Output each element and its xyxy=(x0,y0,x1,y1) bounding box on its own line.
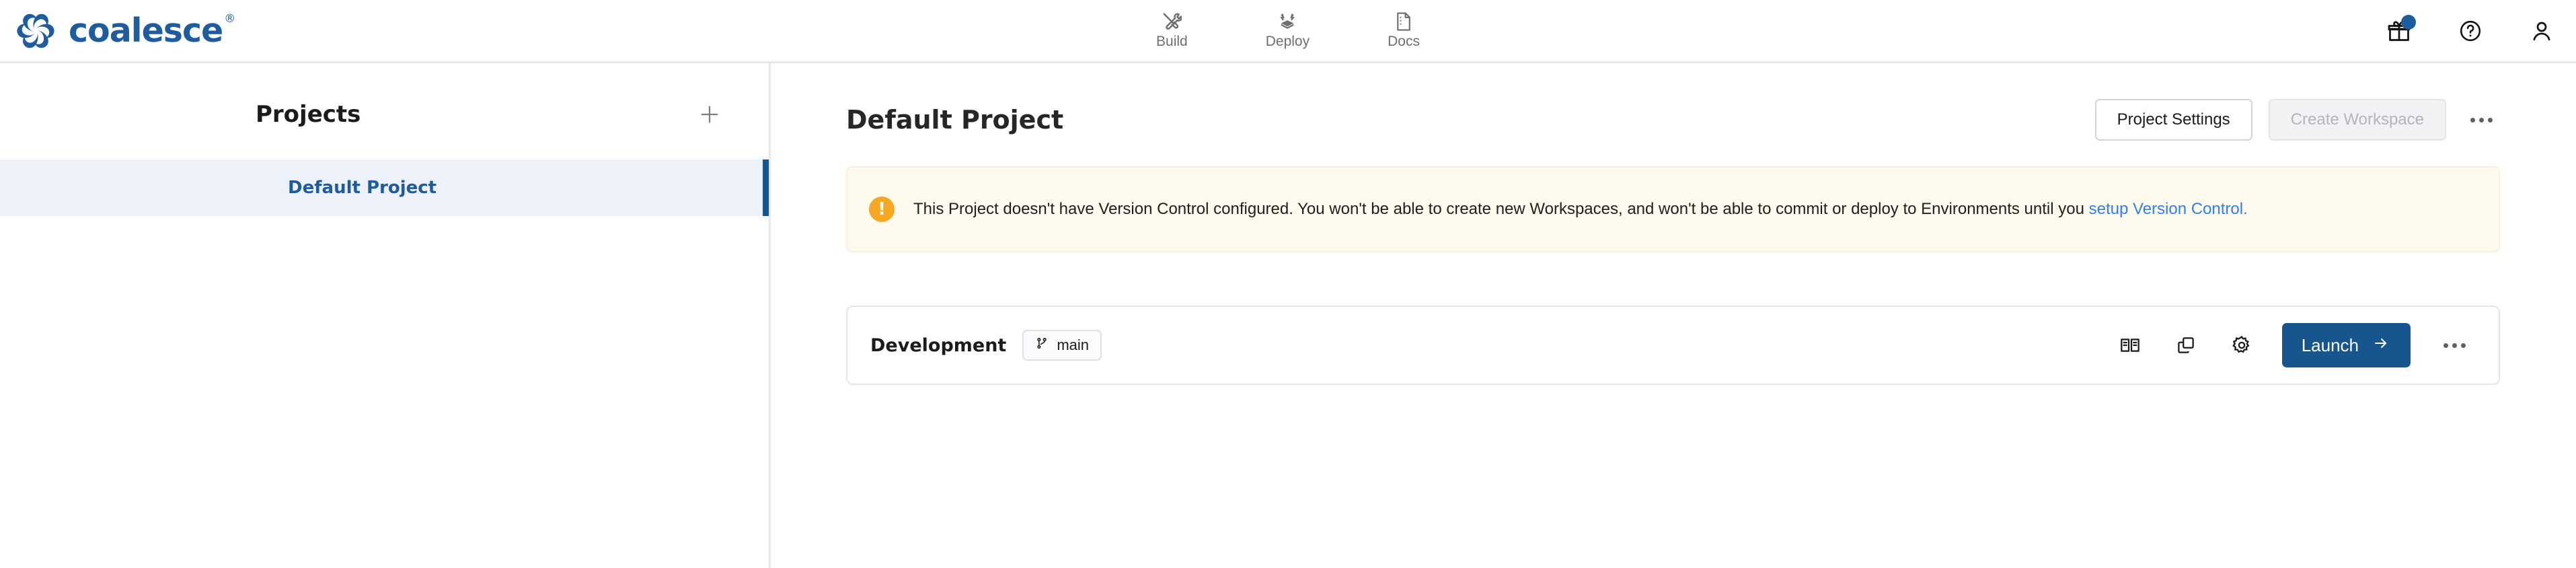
workspace-card-actions: Launch xyxy=(2115,323,2473,367)
project-settings-button[interactable]: Project Settings xyxy=(2094,99,2252,141)
notification-badge-dot xyxy=(2401,14,2416,30)
duplicate-copy-icon[interactable] xyxy=(2170,330,2201,361)
nav-item-docs[interactable]: Docs xyxy=(1384,10,1424,51)
app-header: coalesce ® Build Deploy Docs xyxy=(0,0,2576,63)
coalesce-pinwheel-logo-icon xyxy=(17,13,54,48)
project-list: Default Project xyxy=(0,159,769,216)
launch-button[interactable]: Launch xyxy=(2281,323,2411,367)
page-action-group: Project Settings Create Workspace xyxy=(2094,99,2500,141)
page-title: Default Project xyxy=(846,105,1064,135)
nav-item-deploy[interactable]: Deploy xyxy=(1262,10,1314,51)
main-content: Default Project Project Settings Create … xyxy=(771,63,2576,568)
tools-icon xyxy=(1162,11,1182,32)
arrow-right-icon xyxy=(2371,335,2391,356)
branch-badge[interactable]: main xyxy=(1022,330,1102,361)
warning-exclamation-icon: ! xyxy=(869,197,895,222)
workspace-card-development: Development main Launch xyxy=(846,306,2500,385)
page-header: Default Project Project Settings Create … xyxy=(846,96,2500,144)
registered-mark: ® xyxy=(224,11,235,26)
banner-message: This Project doesn't have Version Contro… xyxy=(913,197,2248,221)
brand-logo[interactable]: coalesce ® xyxy=(0,10,235,52)
nav-label-docs: Docs xyxy=(1388,34,1420,49)
setup-version-control-link[interactable]: setup Version Control. xyxy=(2089,200,2248,218)
sidebar-title: Projects xyxy=(256,101,361,128)
nav-item-build[interactable]: Build xyxy=(1152,10,1192,51)
workspace-overflow-menu-icon[interactable] xyxy=(2435,326,2473,364)
settings-gear-icon[interactable] xyxy=(2226,330,2257,361)
document-icon xyxy=(1395,11,1412,32)
sidebar-item-label: Default Project xyxy=(288,178,437,198)
brand-name: coalesce xyxy=(69,11,223,50)
docs-book-icon[interactable] xyxy=(2115,330,2146,361)
git-branch-icon xyxy=(1035,336,1049,355)
version-control-warning-banner: ! This Project doesn't have Version Cont… xyxy=(846,166,2500,252)
gift-icon[interactable] xyxy=(2385,14,2416,45)
nav-label-build: Build xyxy=(1156,34,1188,49)
user-account-icon[interactable] xyxy=(2528,17,2556,45)
launch-button-label: Launch xyxy=(2301,334,2359,355)
banner-message-text: This Project doesn't have Version Contro… xyxy=(913,200,2089,219)
nav-label-deploy: Deploy xyxy=(1265,34,1310,49)
help-icon[interactable] xyxy=(2456,17,2485,45)
header-action-group xyxy=(2385,14,2556,45)
plus-icon[interactable] xyxy=(695,100,724,129)
workspace-card-left: Development main xyxy=(870,330,1102,361)
app-body: Projects Default Project Default Project… xyxy=(0,63,2576,568)
branch-name: main xyxy=(1057,336,1090,353)
projects-sidebar: Projects Default Project xyxy=(0,63,771,568)
workspace-name: Development xyxy=(870,334,1007,356)
primary-nav: Build Deploy Docs xyxy=(1152,10,1424,51)
deploy-box-icon xyxy=(1277,11,1298,32)
sidebar-item-default-project[interactable]: Default Project xyxy=(0,159,769,216)
sidebar-header: Projects xyxy=(0,96,769,133)
create-workspace-button[interactable]: Create Workspace xyxy=(2268,99,2446,141)
project-overflow-menu-icon[interactable] xyxy=(2462,101,2500,139)
brand-wordmark: coalesce ® xyxy=(69,11,235,50)
